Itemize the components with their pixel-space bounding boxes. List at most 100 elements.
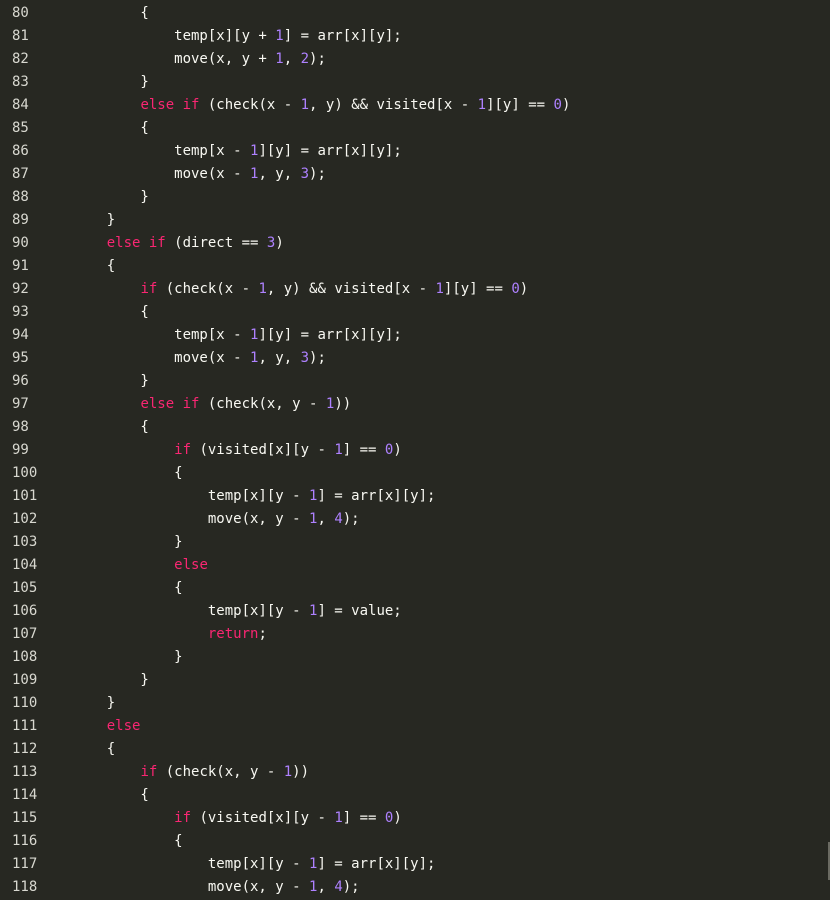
- number-token: 1: [435, 281, 444, 297]
- code-line[interactable]: 80 {: [0, 2, 830, 25]
- code-line[interactable]: 112 {: [0, 738, 830, 761]
- number-token: 1: [477, 97, 487, 113]
- code-line[interactable]: 117 temp[x][y - 1] = arr[x][y];: [0, 853, 830, 876]
- code-line[interactable]: 116 {: [0, 830, 830, 853]
- line-number: 114: [12, 787, 38, 803]
- number-token: 1: [300, 97, 310, 113]
- text-token: ] ==: [342, 442, 385, 458]
- code-line[interactable]: 86 temp[x - 1][y] = arr[x][y];: [0, 140, 830, 163]
- line-number: 100: [12, 465, 38, 481]
- code-line[interactable]: 103 }: [0, 531, 830, 554]
- code-line[interactable]: 104 else: [0, 554, 830, 577]
- line-number: 108: [12, 649, 38, 665]
- code-line[interactable]: 101 temp[x][y - 1] = arr[x][y];: [0, 485, 830, 508]
- text-token: (direct ==: [165, 235, 267, 251]
- line-code: }: [48, 71, 149, 94]
- text-token: );: [309, 350, 326, 366]
- text-token: }: [73, 695, 116, 711]
- code-line[interactable]: 118 move(x, y - 1, 4);: [0, 876, 830, 899]
- code-line[interactable]: 97 else if (check(x, y - 1)): [0, 393, 830, 416]
- code-line[interactable]: 114 {: [0, 784, 830, 807]
- code-line[interactable]: 113 if (check(x, y - 1)): [0, 761, 830, 784]
- text-token: {: [73, 304, 149, 320]
- code-line[interactable]: 108 }: [0, 646, 830, 669]
- keyword-token: if: [174, 810, 192, 826]
- code-line[interactable]: 89 }: [0, 209, 830, 232]
- code-line[interactable]: 88 }: [0, 186, 830, 209]
- line-code: temp[x][y - 1] = value;: [48, 600, 402, 623]
- code-line[interactable]: 95 move(x - 1, y, 3);: [0, 347, 830, 370]
- text-token: (check(x -: [157, 281, 259, 297]
- code-line[interactable]: 111 else: [0, 715, 830, 738]
- line-number: 98: [12, 419, 29, 435]
- text-token: ] = value;: [317, 603, 402, 619]
- text-token: move(x, y +: [73, 51, 276, 67]
- code-line[interactable]: 105 {: [0, 577, 830, 600]
- code-line[interactable]: 81 temp[x][y + 1] = arr[x][y];: [0, 25, 830, 48]
- code-line[interactable]: 96 }: [0, 370, 830, 393]
- code-line[interactable]: 106 temp[x][y - 1] = value;: [0, 600, 830, 623]
- text-token: {: [73, 5, 149, 21]
- line-number: 94: [12, 327, 29, 343]
- text-token: }: [73, 534, 183, 550]
- line-code: move(x, y - 1, 4);: [48, 508, 360, 531]
- text-token: }: [73, 74, 149, 90]
- text-token: (check(x -: [199, 97, 301, 113]
- code-line[interactable]: 107 return;: [0, 623, 830, 646]
- text-token: temp[x][y -: [73, 856, 310, 872]
- line-number: 116: [12, 833, 38, 849]
- line-code: move(x, y + 1, 2);: [48, 48, 326, 71]
- text-token: {: [73, 580, 183, 596]
- text-token: }: [73, 649, 183, 665]
- code-line[interactable]: 115 if (visited[x][y - 1] == 0): [0, 807, 830, 830]
- text-token: ][y] ==: [486, 97, 554, 113]
- text-token: ): [275, 235, 284, 251]
- code-line[interactable]: 85 {: [0, 117, 830, 140]
- code-line[interactable]: 110 }: [0, 692, 830, 715]
- line-code: else if (check(x - 1, y) && visited[x - …: [48, 94, 570, 117]
- code-line[interactable]: 98 {: [0, 416, 830, 439]
- line-number: 92: [12, 281, 29, 297]
- line-number: 88: [12, 189, 29, 205]
- keyword-token: else if: [106, 235, 166, 251]
- line-number: 91: [12, 258, 29, 274]
- code-line[interactable]: 84 else if (check(x - 1, y) && visited[x…: [0, 94, 830, 117]
- code-line[interactable]: 102 move(x, y - 1, 4);: [0, 508, 830, 531]
- keyword-token: return: [207, 626, 259, 642]
- line-code: else: [48, 715, 141, 738]
- number-token: 1: [275, 28, 284, 44]
- code-line[interactable]: 82 move(x, y + 1, 2);: [0, 48, 830, 71]
- code-line[interactable]: 91 {: [0, 255, 830, 278]
- text-token: {: [73, 833, 183, 849]
- code-editor[interactable]: 80 {81 temp[x][y + 1] = arr[x][y]; 82 mov…: [0, 0, 830, 900]
- code-line[interactable]: 83 }: [0, 71, 830, 94]
- line-code: else if (direct == 3): [48, 232, 284, 255]
- text-token: }: [73, 672, 149, 688]
- code-line[interactable]: 109 }: [0, 669, 830, 692]
- code-line[interactable]: 94 temp[x - 1][y] = arr[x][y];: [0, 324, 830, 347]
- keyword-token: else: [174, 557, 208, 573]
- line-code: move(x, y - 1, 4);: [48, 876, 360, 899]
- text-token: }: [73, 373, 149, 389]
- line-code: {: [48, 577, 183, 600]
- line-code: }: [48, 209, 115, 232]
- text-token: )): [334, 396, 352, 412]
- code-line[interactable]: 100 {: [0, 462, 830, 485]
- text-token: {: [73, 258, 116, 274]
- code-line[interactable]: 92 if (check(x - 1, y) && visited[x - 1]…: [0, 278, 830, 301]
- text-token: {: [73, 419, 149, 435]
- code-line[interactable]: 93 {: [0, 301, 830, 324]
- text-token: (visited[x][y -: [191, 810, 335, 826]
- code-line[interactable]: 87 move(x - 1, y, 3);: [0, 163, 830, 186]
- text-token: move(x -: [73, 350, 251, 366]
- code-line[interactable]: 99 if (visited[x][y - 1] == 0): [0, 439, 830, 462]
- code-line[interactable]: 90 else if (direct == 3): [0, 232, 830, 255]
- text-token: ): [393, 810, 402, 826]
- line-code: temp[x][y + 1] = arr[x][y];: [48, 25, 402, 48]
- text-token: (check(x, y -: [157, 764, 284, 780]
- text-token: ] = arr[x][y];: [317, 856, 436, 872]
- line-number: 99: [12, 442, 29, 458]
- number-token: 4: [334, 879, 343, 895]
